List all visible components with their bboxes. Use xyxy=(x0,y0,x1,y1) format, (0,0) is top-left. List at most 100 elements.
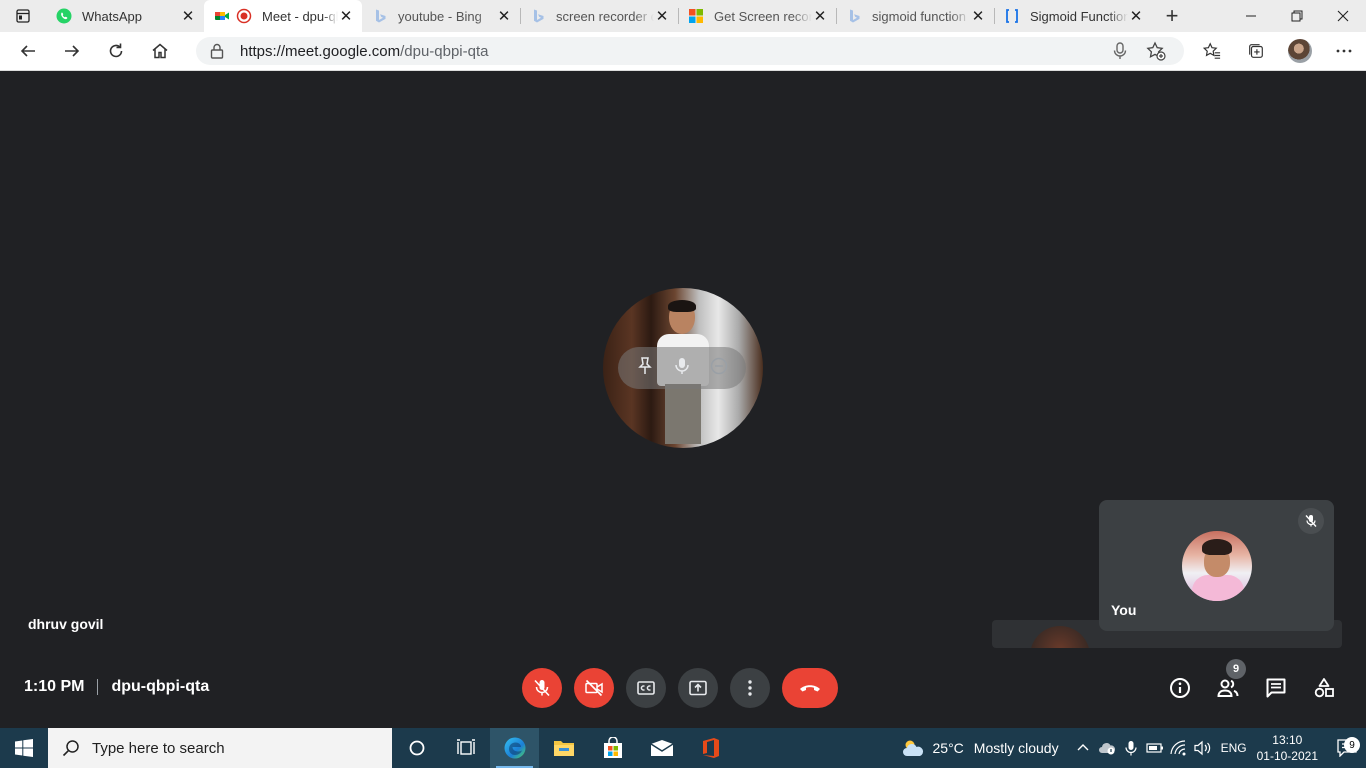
close-icon[interactable]: ✕ xyxy=(812,8,828,25)
close-icon[interactable]: ✕ xyxy=(970,8,986,25)
partly-cloudy-icon xyxy=(902,740,923,756)
toggle-camera-button[interactable] xyxy=(574,668,614,708)
arrow-right-icon xyxy=(65,45,80,57)
more-options-button[interactable] xyxy=(730,668,770,708)
plus-icon: + xyxy=(1165,3,1179,28)
collections-icon xyxy=(1249,44,1263,58)
leave-call-button[interactable] xyxy=(782,668,838,708)
microsoft-store-icon xyxy=(688,8,704,24)
close-icon[interactable]: ✕ xyxy=(654,8,670,25)
taskbar-file-explorer[interactable] xyxy=(539,728,588,768)
taskbar-edge[interactable] xyxy=(490,728,539,768)
close-icon xyxy=(1337,10,1349,22)
pin-icon[interactable] xyxy=(635,356,655,381)
taskbar-search[interactable]: Type here to search xyxy=(48,728,392,768)
self-view-tile[interactable]: You xyxy=(1099,500,1334,631)
tab-title: sigmoid function xyxy=(872,8,966,24)
shopping-bag-icon xyxy=(603,737,622,758)
tab-get-screen-recorder[interactable]: Get Screen recorder ✕ xyxy=(678,0,836,32)
activities-button[interactable] xyxy=(1306,672,1342,704)
info-icon xyxy=(1170,678,1190,698)
battery-icon[interactable] xyxy=(1143,742,1167,754)
task-view-button[interactable] xyxy=(441,728,490,768)
more-vertical-icon xyxy=(748,680,752,696)
collections-button[interactable] xyxy=(1234,32,1278,71)
meeting-details-button[interactable] xyxy=(1162,672,1198,704)
search-placeholder: Type here to search xyxy=(92,739,225,757)
microphone-icon[interactable] xyxy=(1102,42,1138,60)
temperature: 25°C xyxy=(932,740,964,756)
cortana-button[interactable] xyxy=(392,728,441,768)
wifi-icon[interactable] xyxy=(1167,740,1191,756)
weather-widget[interactable]: 25°C Mostly cloudy xyxy=(901,737,1059,759)
tab-actions-button[interactable] xyxy=(0,0,46,32)
taskbar-microsoft-store[interactable] xyxy=(588,728,637,768)
microphone-icon[interactable] xyxy=(672,356,692,381)
start-button[interactable] xyxy=(0,728,48,768)
tab-sigmoid-function[interactable]: Sigmoid Function ✕ xyxy=(994,0,1152,32)
microphone-off-icon xyxy=(1305,515,1317,527)
close-icon[interactable]: ✕ xyxy=(496,8,512,25)
tab-meet[interactable]: Meet - dpu-qbpi-qta ✕ xyxy=(204,0,362,32)
close-icon[interactable]: ✕ xyxy=(338,8,354,25)
clock-date: 01-10-2021 xyxy=(1256,749,1318,763)
divider xyxy=(97,679,99,695)
cortana-icon xyxy=(409,740,424,756)
browser-toolbar: https://meet.google.com/dpu-qbpi-qta xyxy=(0,32,1366,71)
camera-off-icon xyxy=(585,679,603,697)
chevron-up-icon[interactable] xyxy=(1071,742,1095,754)
taskbar-clock[interactable]: 13:10 01-10-2021 xyxy=(1257,732,1318,764)
forward-button[interactable] xyxy=(50,32,94,71)
chat-button[interactable] xyxy=(1258,672,1294,704)
captions-button[interactable] xyxy=(626,668,666,708)
taskbar-office[interactable] xyxy=(686,728,735,768)
close-icon[interactable]: ✕ xyxy=(180,8,196,25)
tab-whatsapp[interactable]: WhatsApp ✕ xyxy=(46,0,204,32)
arrow-left-icon xyxy=(20,45,35,57)
tab-screen-recorder[interactable]: screen recorder online ✕ xyxy=(520,0,678,32)
system-tray: 25°C Mostly cloudy ENG 13:10 01-10-2021 … xyxy=(901,728,1366,768)
refresh-button[interactable] xyxy=(94,32,138,71)
avatar xyxy=(1288,39,1312,63)
new-tab-button[interactable]: + xyxy=(1152,0,1192,32)
input-language[interactable]: ENG xyxy=(1221,741,1247,755)
minimize-button[interactable] xyxy=(1228,0,1274,32)
recording-icon xyxy=(236,8,252,24)
remove-icon[interactable] xyxy=(709,356,729,381)
add-favorite-icon[interactable] xyxy=(1138,41,1174,61)
home-button[interactable] xyxy=(138,32,182,71)
tab-title: Sigmoid Function xyxy=(1030,8,1128,24)
toggle-microphone-button[interactable] xyxy=(522,668,562,708)
avatar xyxy=(1030,626,1090,648)
microphone-icon[interactable] xyxy=(1119,740,1143,756)
favorites-button[interactable] xyxy=(1190,32,1234,71)
lock-icon[interactable] xyxy=(210,43,228,59)
close-window-button[interactable] xyxy=(1320,0,1366,32)
google-meet-icon xyxy=(214,8,230,24)
bing-icon xyxy=(530,8,546,24)
url-path: /dpu-qbpi-qta xyxy=(400,42,489,60)
people-button[interactable]: 9 xyxy=(1210,659,1246,704)
action-center-button[interactable]: 9 xyxy=(1328,737,1366,757)
tab-youtube-bing[interactable]: youtube - Bing ✕ xyxy=(362,0,520,32)
restore-button[interactable] xyxy=(1274,0,1320,32)
office-icon xyxy=(702,738,719,758)
meeting-time: 1:10 PM xyxy=(24,678,85,695)
profile-button[interactable] xyxy=(1278,32,1322,71)
call-controls xyxy=(522,668,838,708)
settings-menu-button[interactable] xyxy=(1322,32,1366,71)
tab-title: youtube - Bing xyxy=(398,8,482,24)
meeting-code: dpu-qbpi-qta xyxy=(111,678,210,695)
notification-count-badge: 9 xyxy=(1344,737,1360,753)
address-bar[interactable]: https://meet.google.com/dpu-qbpi-qta xyxy=(196,37,1184,65)
tab-sigmoid-bing[interactable]: sigmoid function ✕ xyxy=(836,0,994,32)
volume-icon[interactable] xyxy=(1191,740,1215,756)
activities-icon xyxy=(1314,678,1334,698)
back-button[interactable] xyxy=(6,32,50,71)
onedrive-icon[interactable] xyxy=(1095,741,1119,755)
close-icon[interactable]: ✕ xyxy=(1128,8,1144,25)
taskbar-mail[interactable] xyxy=(637,728,686,768)
present-now-button[interactable] xyxy=(678,668,718,708)
folder-icon xyxy=(553,741,574,756)
meeting-tools: 9 xyxy=(1162,659,1354,704)
